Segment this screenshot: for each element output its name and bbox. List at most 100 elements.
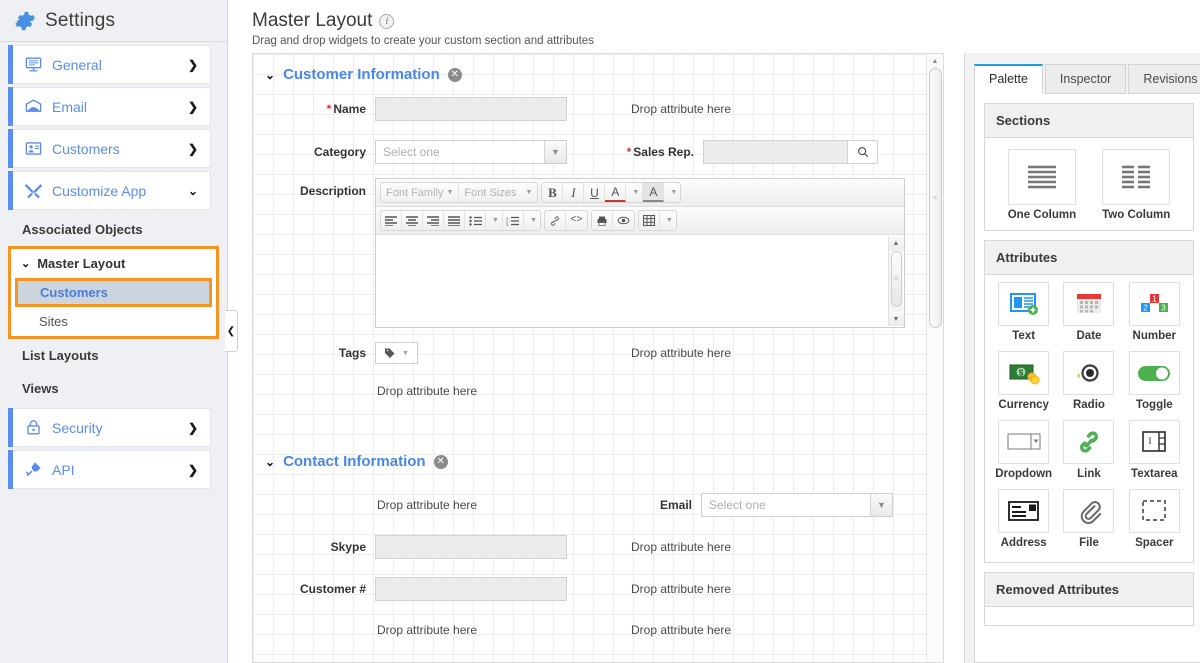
- tab-palette[interactable]: Palette: [974, 64, 1043, 94]
- canvas-scrollbar[interactable]: ▲ ≡: [926, 54, 943, 662]
- scroll-up-icon[interactable]: ▲: [927, 54, 944, 68]
- palette-item-two-column[interactable]: Two Column: [1102, 149, 1170, 221]
- number-list-icon[interactable]: 123: [503, 211, 524, 230]
- backcolor-chevron-down-icon[interactable]: ▼: [664, 183, 680, 202]
- palette-item-currency[interactable]: $ Currency: [991, 351, 1056, 411]
- scroll-up-icon[interactable]: ▲: [889, 236, 904, 250]
- cell-dropzone-7[interactable]: Drop attribute here: [253, 623, 593, 637]
- palette-item-text[interactable]: Text: [991, 282, 1056, 342]
- align-right-icon[interactable]: [423, 211, 444, 230]
- align-center-icon[interactable]: [402, 211, 423, 230]
- palette-item-address[interactable]: Address: [991, 489, 1056, 549]
- sidebar-subitem-views[interactable]: Views: [0, 372, 227, 405]
- canvas-scroll-thumb[interactable]: ≡: [929, 68, 942, 328]
- insert-group: <>: [544, 210, 588, 231]
- cell-dropzone-3[interactable]: Drop attribute here: [253, 384, 593, 398]
- palette-item-textarea[interactable]: I Textarea: [1122, 420, 1187, 480]
- backcolor-button[interactable]: A: [643, 183, 664, 202]
- form-row-customer-number: Customer # Drop attribute here: [253, 577, 943, 601]
- cell-dropzone-6[interactable]: Drop attribute here: [593, 582, 923, 596]
- two-column-icon: [1102, 149, 1170, 205]
- skype-input[interactable]: [375, 535, 567, 559]
- italic-button[interactable]: I: [563, 183, 584, 202]
- spacer-attribute-icon: [1129, 489, 1180, 533]
- sidebar-item-general[interactable]: General ❯: [8, 45, 211, 84]
- customer-number-input[interactable]: [375, 577, 567, 601]
- sidebar-collapse-handle[interactable]: ❮: [225, 310, 238, 352]
- sidebar-item-api[interactable]: API ❯: [8, 450, 211, 489]
- palette-item-toggle[interactable]: Toggle: [1122, 351, 1187, 411]
- removed-attributes-body[interactable]: [985, 607, 1193, 625]
- sidebar-item-label: Security: [52, 420, 188, 436]
- tab-inspector[interactable]: Inspector: [1045, 64, 1126, 94]
- palette-item-radio[interactable]: Radio: [1056, 351, 1121, 411]
- palette-item-link[interactable]: Link: [1056, 420, 1121, 480]
- cell-dropzone-2[interactable]: Drop attribute here: [593, 346, 923, 360]
- search-icon[interactable]: [848, 140, 878, 164]
- sidebar-child-customers[interactable]: Customers: [15, 278, 212, 307]
- palette-item-label: One Column: [1008, 209, 1076, 221]
- table-chevron-down-icon[interactable]: ▼: [660, 211, 676, 230]
- section-header-contact-information[interactable]: ⌄ Contact Information ✕: [253, 441, 943, 474]
- cell-dropzone-5[interactable]: Drop attribute here: [593, 540, 923, 554]
- palette-item-number[interactable]: 123 Number: [1122, 282, 1187, 342]
- bullet-list-icon[interactable]: [465, 211, 486, 230]
- preview-icon[interactable]: [613, 211, 634, 230]
- table-icon[interactable]: [639, 211, 660, 230]
- sidebar-subitem-master-layout[interactable]: ⌄ Master Layout: [11, 249, 216, 278]
- print-icon[interactable]: [592, 211, 613, 230]
- info-icon[interactable]: i: [379, 14, 394, 29]
- sidebar-item-customers[interactable]: Customers ❯: [8, 129, 211, 168]
- sidebar-child-sites[interactable]: Sites: [11, 307, 216, 336]
- name-input[interactable]: [375, 97, 567, 121]
- palette-item-spacer[interactable]: Spacer: [1122, 489, 1187, 549]
- chevron-down-icon[interactable]: ▼: [870, 494, 892, 516]
- close-icon[interactable]: ✕: [448, 68, 462, 82]
- chevron-right-icon: ❯: [188, 100, 198, 114]
- sales-rep-input[interactable]: [703, 140, 848, 164]
- description-text-area[interactable]: ▲ ≡ ▼: [376, 235, 904, 327]
- editor-scrollbar[interactable]: ▲ ≡ ▼: [888, 236, 903, 326]
- sidebar-item-customize-app[interactable]: Customize App ⌄: [8, 171, 211, 210]
- palette-item-dropdown[interactable]: Dropdown: [991, 420, 1056, 480]
- code-icon[interactable]: <>: [566, 211, 587, 230]
- align-justify-icon[interactable]: [444, 211, 465, 230]
- cell-dropzone-4[interactable]: Drop attribute here: [253, 498, 593, 512]
- bold-button[interactable]: B: [542, 183, 563, 202]
- bullet-list-chevron-down-icon[interactable]: ▼: [486, 211, 503, 230]
- palette-item-file[interactable]: File: [1056, 489, 1121, 549]
- link-icon[interactable]: [545, 211, 566, 230]
- align-left-icon[interactable]: [381, 211, 402, 230]
- dropdown-attribute-icon: [998, 420, 1049, 464]
- palette-item-one-column[interactable]: One Column: [1008, 149, 1076, 221]
- number-list-chevron-down-icon[interactable]: ▼: [524, 211, 540, 230]
- email-dropdown[interactable]: Select one ▼: [701, 493, 893, 517]
- cell-dropzone-1[interactable]: Drop attribute here: [593, 102, 923, 116]
- palette-item-date[interactable]: Date: [1056, 282, 1121, 342]
- section-header-customer-information[interactable]: ⌄ Customer Information ✕: [253, 54, 943, 87]
- tags-picker-button[interactable]: ▼: [375, 342, 418, 364]
- form-row-skype: Skype Drop attribute here: [253, 535, 943, 559]
- scroll-down-icon[interactable]: ▼: [889, 312, 904, 326]
- palette-item-label: Text: [991, 330, 1056, 342]
- editor-scroll-thumb[interactable]: ≡: [891, 251, 902, 307]
- chevron-down-icon[interactable]: ▼: [544, 141, 566, 163]
- tab-revisions[interactable]: Revisions: [1128, 64, 1200, 94]
- label-text: Sales Rep.: [633, 145, 694, 159]
- font-family-select[interactable]: Font Family▼: [381, 183, 459, 202]
- font-size-select[interactable]: Font Sizes▼: [459, 183, 537, 202]
- sidebar-subitem-associated-objects[interactable]: Associated Objects: [0, 213, 227, 246]
- category-dropdown[interactable]: Select one ▼: [375, 140, 567, 164]
- section-title: Contact Information: [283, 453, 426, 470]
- close-icon[interactable]: ✕: [434, 455, 448, 469]
- sidebar-subitem-list-layouts[interactable]: List Layouts: [0, 339, 227, 372]
- description-rich-text-editor[interactable]: Font Family▼ Font Sizes▼ B I U: [375, 178, 905, 328]
- sidebar-item-email[interactable]: Email ❯: [8, 87, 211, 126]
- underline-button[interactable]: U: [584, 183, 605, 202]
- layout-canvas[interactable]: ⌄ Customer Information ✕ *Name: [252, 53, 944, 663]
- sidebar-item-security[interactable]: Security ❯: [8, 408, 211, 447]
- forecolor-chevron-down-icon[interactable]: ▼: [626, 183, 643, 202]
- cell-dropzone-8[interactable]: Drop attribute here: [593, 623, 923, 637]
- forecolor-button[interactable]: A: [605, 183, 626, 202]
- palette-item-label: Toggle: [1122, 399, 1187, 411]
